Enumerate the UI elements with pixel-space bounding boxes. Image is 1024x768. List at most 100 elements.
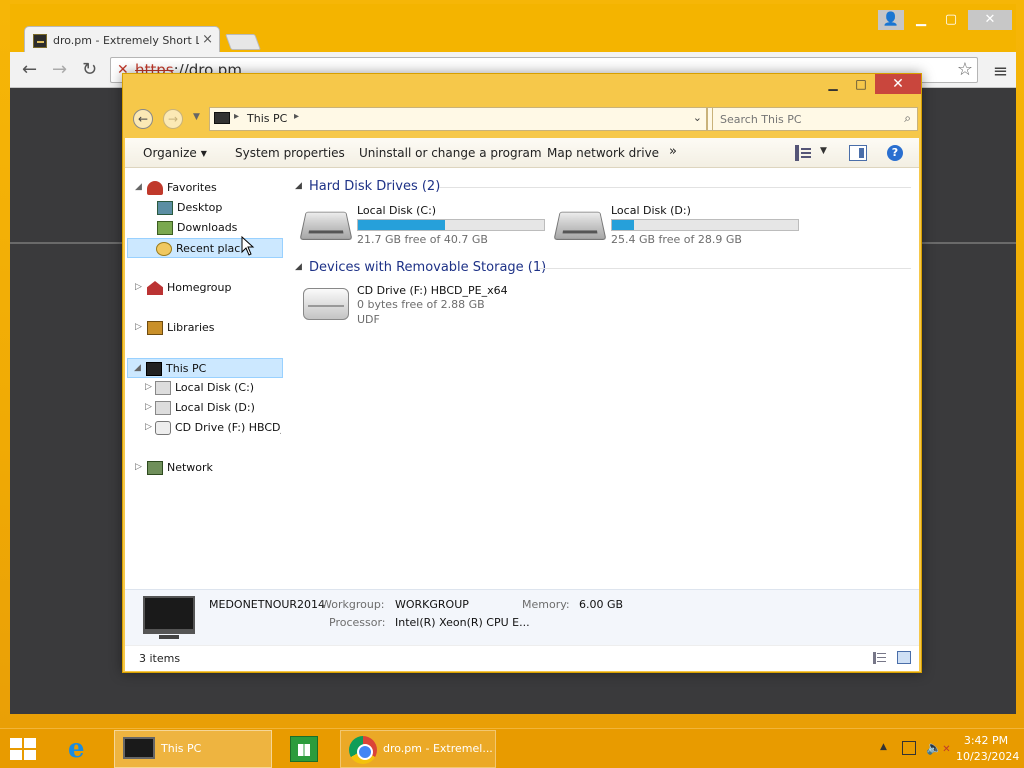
explorer-window-controls: ▁ □ ✕ bbox=[819, 74, 921, 94]
drive-local-disk-d[interactable]: Local Disk (D:) 25.4 GB free of 28.9 GB bbox=[553, 204, 805, 254]
windows-start-icon[interactable] bbox=[8, 737, 40, 761]
map-network-drive-button[interactable]: Map network drive bbox=[547, 146, 659, 160]
maximize-button[interactable]: ▢ bbox=[938, 10, 964, 30]
hamburger-icon[interactable]: ≡ bbox=[993, 61, 1008, 82]
forward-button[interactable]: → bbox=[163, 109, 183, 129]
computer-name: MEDONETNOUR2014 bbox=[209, 598, 326, 611]
favorites-heart-icon bbox=[147, 181, 163, 195]
nav-local-disk-c[interactable]: ▷ Local Disk (C:) bbox=[127, 378, 283, 398]
nav-favorites[interactable]: ◢ Favorites bbox=[127, 178, 283, 198]
status-bar: 3 items bbox=[125, 645, 919, 671]
details-pane: MEDONETNOUR2014 Workgroup: WORKGROUP Mem… bbox=[125, 589, 919, 645]
taskbar-label: This PC bbox=[161, 742, 202, 755]
breadcrumb[interactable]: ▸ This PC ▸ ⌄ bbox=[209, 107, 707, 131]
details-view-icon[interactable] bbox=[873, 652, 887, 664]
taskbar-internet-explorer[interactable]: e bbox=[60, 730, 104, 768]
close-button[interactable]: ✕ bbox=[875, 74, 921, 94]
drive-name: CD Drive (F:) HBCD_PE_x64 bbox=[357, 284, 508, 297]
help-icon[interactable]: ? bbox=[887, 145, 903, 161]
site-favicon-icon bbox=[33, 34, 47, 48]
collapsed-arrow-icon[interactable]: ▷ bbox=[135, 462, 142, 472]
libraries-icon bbox=[147, 321, 163, 335]
more-commands-button[interactable]: » bbox=[669, 144, 677, 159]
taskbar-chrome[interactable]: dro.pm - Extremel... bbox=[340, 730, 496, 768]
collapsed-arrow-icon[interactable]: ▷ bbox=[145, 402, 152, 412]
uninstall-program-button[interactable]: Uninstall or change a program bbox=[359, 146, 542, 160]
back-arrow-icon[interactable]: ← bbox=[22, 60, 37, 80]
nav-homegroup[interactable]: ▷ Homegroup bbox=[127, 278, 283, 298]
chevron-right-icon[interactable]: ▸ bbox=[234, 111, 239, 122]
large-icons-view-icon[interactable] bbox=[897, 651, 911, 664]
minimize-button[interactable]: ▁ bbox=[819, 74, 847, 94]
clock-date[interactable]: 10/23/2024 bbox=[956, 750, 1019, 763]
nav-label: Local Disk (D:) bbox=[175, 401, 255, 414]
chevron-right-icon[interactable]: ▸ bbox=[294, 111, 299, 122]
nav-libraries[interactable]: ▷ Libraries bbox=[127, 318, 283, 338]
drive-usage-bar bbox=[357, 219, 545, 231]
system-properties-button[interactable]: System properties bbox=[235, 146, 345, 160]
nav-cd-drive[interactable]: ▷ CD Drive (F:) HBCD_F bbox=[127, 418, 283, 438]
workgroup-value: WORKGROUP bbox=[395, 598, 469, 611]
volume-muted-icon[interactable]: 🔈✕ bbox=[926, 741, 951, 756]
reload-icon[interactable]: ↻ bbox=[82, 60, 97, 80]
back-button[interactable]: ← bbox=[133, 109, 153, 129]
organize-button[interactable]: Organize ▼ bbox=[143, 146, 207, 160]
nav-desktop[interactable]: Desktop bbox=[127, 198, 283, 218]
nav-label: Favorites bbox=[167, 181, 217, 194]
start-logo-pane bbox=[10, 750, 22, 760]
change-view-icon[interactable] bbox=[795, 145, 813, 161]
group-label: Hard Disk Drives (2) bbox=[309, 179, 441, 194]
recent-locations-icon[interactable]: ▼ bbox=[193, 112, 200, 122]
search-icon[interactable]: ⌕ bbox=[904, 111, 911, 126]
drive-usage-fill bbox=[612, 220, 635, 230]
drive-local-disk-c[interactable]: Local Disk (C:) 21.7 GB free of 40.7 GB bbox=[299, 204, 551, 254]
minimize-button[interactable]: ▁ bbox=[908, 10, 934, 30]
tab-close-icon[interactable]: × bbox=[202, 32, 213, 47]
star-icon[interactable]: ☆ bbox=[957, 59, 973, 80]
expanded-arrow-icon[interactable]: ◢ bbox=[135, 182, 142, 192]
profile-icon[interactable]: 👤 bbox=[878, 10, 904, 30]
show-hidden-icons-icon[interactable]: ▲ bbox=[880, 742, 887, 752]
clock-time[interactable]: 3:42 PM bbox=[956, 734, 1016, 747]
caret-down-icon[interactable]: ▼ bbox=[820, 146, 827, 156]
nav-downloads[interactable]: Downloads bbox=[127, 218, 283, 238]
network-status-icon[interactable] bbox=[902, 741, 916, 755]
group-removable-storage[interactable]: ◢ Devices with Removable Storage (1) bbox=[293, 257, 915, 277]
chrome-tab[interactable]: dro.pm - Extremely Short Li × bbox=[24, 26, 220, 54]
close-button[interactable]: ✕ bbox=[968, 10, 1012, 30]
group-hard-disk-drives[interactable]: ◢ Hard Disk Drives (2) bbox=[293, 176, 915, 196]
taskbar-store[interactable] bbox=[282, 730, 326, 768]
nav-this-pc[interactable]: ◢ This PC bbox=[127, 358, 283, 378]
chevron-down-icon[interactable]: ⌄ bbox=[693, 111, 702, 124]
item-count: 3 items bbox=[139, 652, 181, 665]
hard-disk-icon bbox=[155, 401, 171, 415]
search-box: ⌕ bbox=[712, 107, 918, 131]
nav-network[interactable]: ▷ Network bbox=[127, 458, 283, 478]
nav-label: Libraries bbox=[167, 321, 215, 334]
taskbar-this-pc[interactable]: This PC bbox=[114, 730, 272, 768]
breadcrumb-this-pc[interactable]: This PC bbox=[247, 112, 287, 125]
forward-arrow-icon[interactable]: → bbox=[52, 60, 67, 80]
nav-recent-places[interactable]: Recent plac bbox=[127, 238, 283, 258]
expanded-arrow-icon[interactable]: ◢ bbox=[134, 363, 141, 373]
collapsed-arrow-icon[interactable]: ▷ bbox=[135, 282, 142, 292]
cd-drive-icon bbox=[303, 288, 349, 320]
collapsed-arrow-icon[interactable]: ▷ bbox=[135, 322, 142, 332]
start-logo-pane bbox=[24, 750, 36, 760]
search-input[interactable] bbox=[713, 108, 917, 130]
nav-local-disk-d[interactable]: ▷ Local Disk (D:) bbox=[127, 398, 283, 418]
maximize-button[interactable]: □ bbox=[847, 74, 875, 94]
collapsed-arrow-icon[interactable]: ▷ bbox=[145, 422, 152, 432]
store-icon bbox=[290, 736, 318, 762]
collapse-arrow-icon[interactable]: ◢ bbox=[295, 181, 302, 191]
explorer-body: ◢ Favorites Desktop Downloads Recent pla… bbox=[125, 168, 919, 589]
drive-cd-f[interactable]: CD Drive (F:) HBCD_PE_x64 0 bytes free o… bbox=[303, 284, 551, 340]
explorer-titlebar[interactable]: ▁ □ ✕ bbox=[123, 74, 921, 98]
drive-usage-bar bbox=[611, 219, 799, 231]
preview-pane-icon[interactable] bbox=[849, 145, 867, 161]
new-tab-button[interactable] bbox=[225, 34, 261, 50]
collapsed-arrow-icon[interactable]: ▷ bbox=[145, 382, 152, 392]
nav-label: Homegroup bbox=[167, 281, 232, 294]
group-label: Devices with Removable Storage (1) bbox=[309, 260, 547, 275]
collapse-arrow-icon[interactable]: ◢ bbox=[295, 262, 302, 272]
